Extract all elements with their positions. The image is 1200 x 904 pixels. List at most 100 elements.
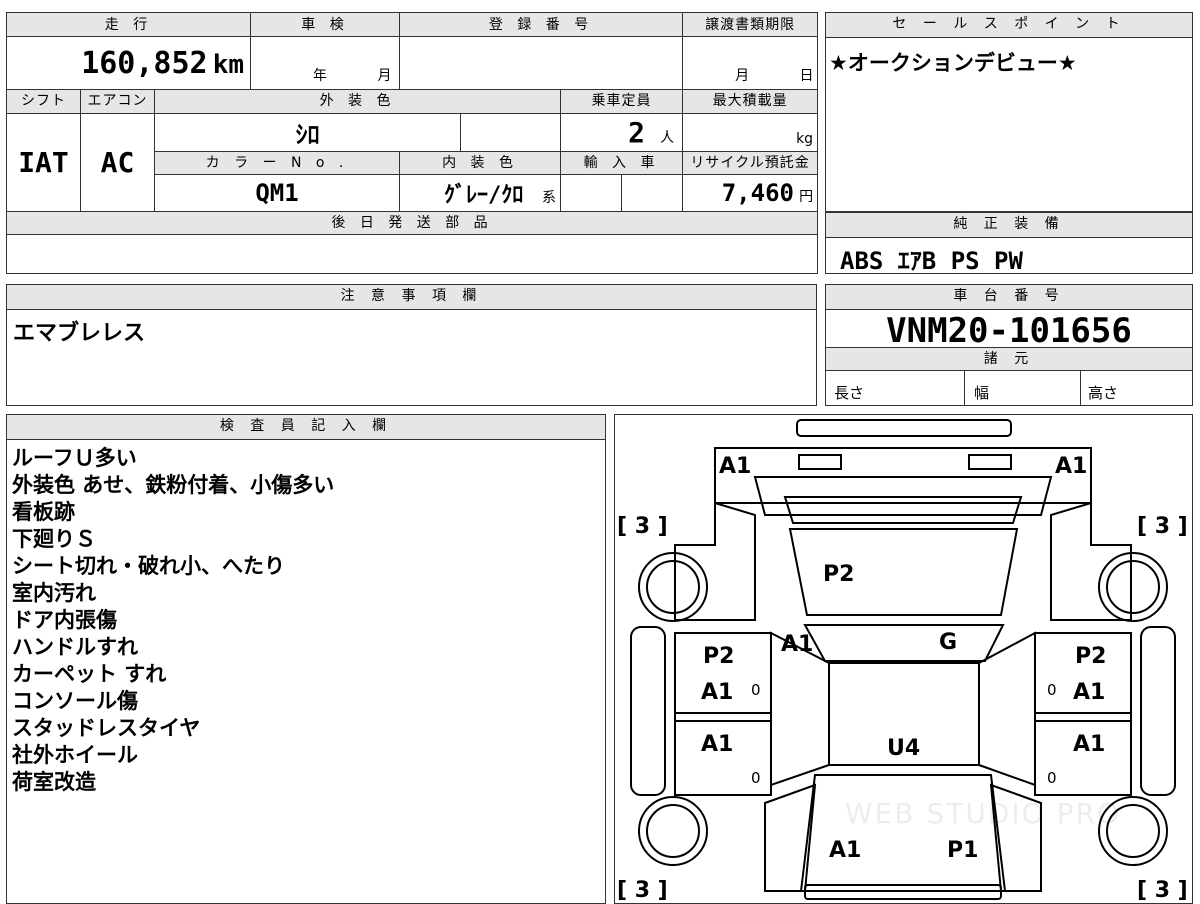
interior-header: 内 装 色 [399,151,562,176]
mileage-value: 160,852 [81,45,208,81]
tire-rl [638,796,708,866]
inspector-notes: ルーフＵ多い 外装色 あせ、鉄粉付着、小傷多い 看板跡 下廻りＳ シート切れ・破… [12,445,334,796]
inspection-cell: 年 月 [250,36,401,91]
registration-value [399,36,684,91]
capacity-unit: 人 [660,129,675,146]
mark-zero: 0 [751,681,761,699]
import-header: 輸 入 車 [560,151,684,176]
damage-diagram-box: A1 A1 [ 3 ] [ 3 ] [ 3 ] [ 3 ] P2 A1 G P2… [614,414,1193,904]
capacity-cell: 2 人 [560,112,684,153]
front-body [714,447,1092,504]
transfer-month-unit: 月 [735,68,750,85]
aircon-value: AC [100,145,135,179]
maxload-header: 最大積載量 [682,89,819,114]
mark-left-rear-door: A1 [701,732,733,757]
mark-windshield-right: G [939,630,957,655]
mark-right-front-door-1: P2 [1075,644,1106,669]
tire-fr-inner [1106,560,1160,614]
inspection-year-unit: 年 [313,68,328,85]
exterior-cell: ｼﾛ [153,112,462,153]
specs-divider-1 [964,371,965,405]
aircon-cell: AC [80,112,155,212]
chassis-box: 車 台 番 号 VNM20-101656 諸 元 長さ 幅 高さ [825,284,1193,406]
mileage-header: 走 行 [5,11,252,38]
transfer-cell: 月 日 [682,36,819,91]
left-side-rail [630,626,666,796]
interior-value: ｸﾞﾚｰ/ｸﾛ [444,183,524,209]
note-item: 社外ホイール [12,743,138,767]
left-fender [674,501,756,621]
mark-right-rear-door: A1 [1073,732,1105,757]
mark-tire-fl: [ 3 ] [617,514,668,539]
shift-header: シフト [6,89,81,114]
note-item: ルーフＵ多い [12,446,137,470]
mark-zero: 0 [1047,769,1057,787]
recycle-value: 7,460 [721,179,794,208]
import-cell-2 [621,174,684,212]
sales-point-header: セ ー ル ス ポ イ ン ト [826,13,1192,38]
registration-header: 登 録 番 号 [399,11,684,38]
mark-left-front-door-1: P2 [703,644,734,669]
shift-cell: IAT [6,112,81,212]
windshield-strip [783,496,1023,524]
maxload-unit: kg [796,131,814,148]
caution-box: 注 意 事 項 欄 エマブレレス [6,284,817,406]
equipment-box: 純 正 装 備 ABS ｴｱB PS PW [825,212,1193,275]
interior-cell: ｸﾞﾚｰ/ｸﾛ 系 [399,174,562,212]
import-cell-1 [560,174,623,212]
recycle-header: リサイクル預託金 [682,151,819,176]
note-item: カーペット すれ [12,662,167,686]
mark-windshield-left: A1 [781,632,813,657]
tire-fr [1098,552,1168,622]
recycle-unit: 円 [799,189,814,206]
equipment-text: ABS ｴｱB PS PW [840,247,1023,275]
caution-text: エマブレレス [13,321,146,346]
rear-panel [799,774,1007,892]
note-item: ドア内張傷 [12,608,117,632]
specs-header: 諸 元 [826,347,1192,371]
interior-suffix: 系 [542,189,557,206]
mark-zero: 0 [1047,681,1057,699]
note-item: シート切れ・破れ小、へたり [12,554,285,578]
later-parts-header: 後 日 発 送 部 品 [5,210,819,236]
later-parts-value [5,234,819,274]
note-item: ハンドルすれ [12,635,138,659]
mark-tire-rr: [ 3 ] [1137,878,1188,901]
transfer-day-unit: 日 [799,68,814,85]
recycle-cell: 7,460 円 [682,174,819,212]
color-no-header: カ ラ ー N o . [153,151,401,176]
spec-grid: 走 行 車 検 登 録 番 号 譲渡書類期限 160,852 km 年 月 月 … [5,11,819,274]
tire-fl-inner [646,560,700,614]
note-item: 外装色 あせ、鉄粉付着、小傷多い [12,473,335,497]
right-side-rail [1140,626,1176,796]
mark-bonnet: P2 [823,562,854,587]
mark-zero: 0 [751,769,761,787]
mark-rear-left: A1 [829,838,861,863]
mark-front-right: A1 [1055,454,1087,479]
right-fender [1050,501,1132,621]
tire-fl [638,552,708,622]
front-bumper [796,419,1012,437]
windshield [803,624,1005,662]
height-label: 高さ [1088,384,1119,402]
exterior-extra [460,112,562,153]
mark-tire-fr: [ 3 ] [1137,514,1188,539]
inspection-header: 車 検 [250,11,401,38]
mark-roof: U4 [887,736,920,761]
length-label: 長さ [834,384,865,402]
mileage-unit: km [212,49,245,80]
transfer-header: 譲渡書類期限 [682,11,819,38]
aircon-header: エアコン [80,89,155,114]
mileage-cell: 160,852 km [5,36,252,91]
exterior-value: ｼﾛ [295,120,320,149]
inspector-box: 検 査 員 記 入 欄 ルーフＵ多い 外装色 あせ、鉄粉付着、小傷多い 看板跡 … [6,414,606,904]
capacity-value: 2 [628,115,645,149]
inspection-month-unit: 月 [377,68,392,85]
inspector-header: 検 査 員 記 入 欄 [7,415,605,440]
capacity-header: 乗車定員 [560,89,684,114]
note-item: スタッドレスタイヤ [12,716,201,740]
headlight-left [798,454,842,470]
color-no-value: QM1 [255,179,299,208]
equipment-header: 純 正 装 備 [826,213,1192,238]
mark-tire-rl: [ 3 ] [617,878,668,901]
